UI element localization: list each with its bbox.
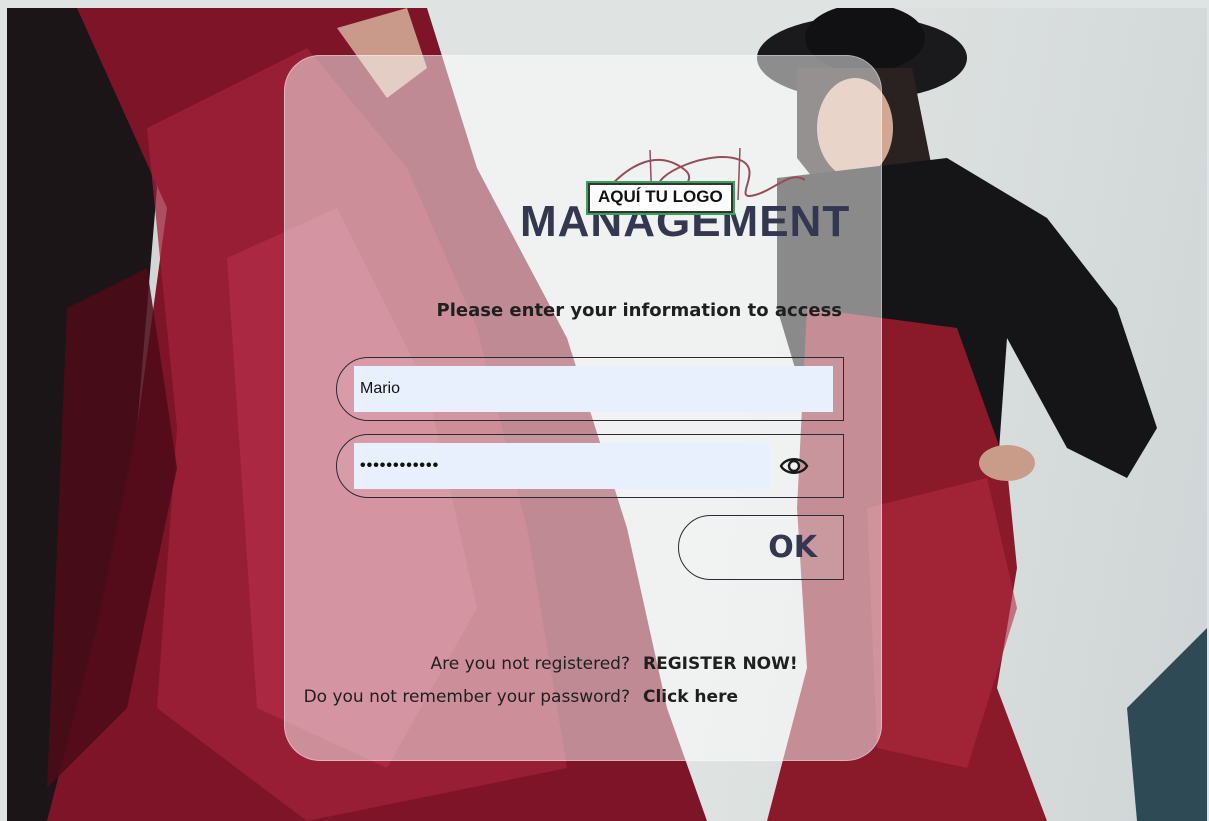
ok-button-label: OK bbox=[768, 530, 817, 565]
forgot-password-question: Do you not remember your password? bbox=[303, 687, 630, 707]
login-screen: MANAGEMENT AQUÍ TU LOGO Please enter you… bbox=[0, 0, 1209, 821]
register-now-link[interactable]: REGISTER NOW! bbox=[643, 653, 798, 675]
register-question: Are you not registered? bbox=[430, 654, 630, 674]
password-field bbox=[336, 434, 844, 498]
ok-button[interactable]: OK bbox=[678, 515, 844, 580]
login-prompt: Please enter your information to access bbox=[436, 300, 842, 321]
eye-icon[interactable] bbox=[779, 453, 809, 479]
username-field bbox=[336, 357, 844, 421]
brand-logo: MANAGEMENT AQUÍ TU LOGO bbox=[520, 140, 849, 250]
forgot-password-link[interactable]: Click here bbox=[643, 686, 738, 708]
username-input[interactable] bbox=[354, 366, 833, 412]
password-input[interactable] bbox=[354, 443, 769, 489]
logo-placeholder-badge: AQUÍ TU LOGO bbox=[588, 183, 733, 213]
